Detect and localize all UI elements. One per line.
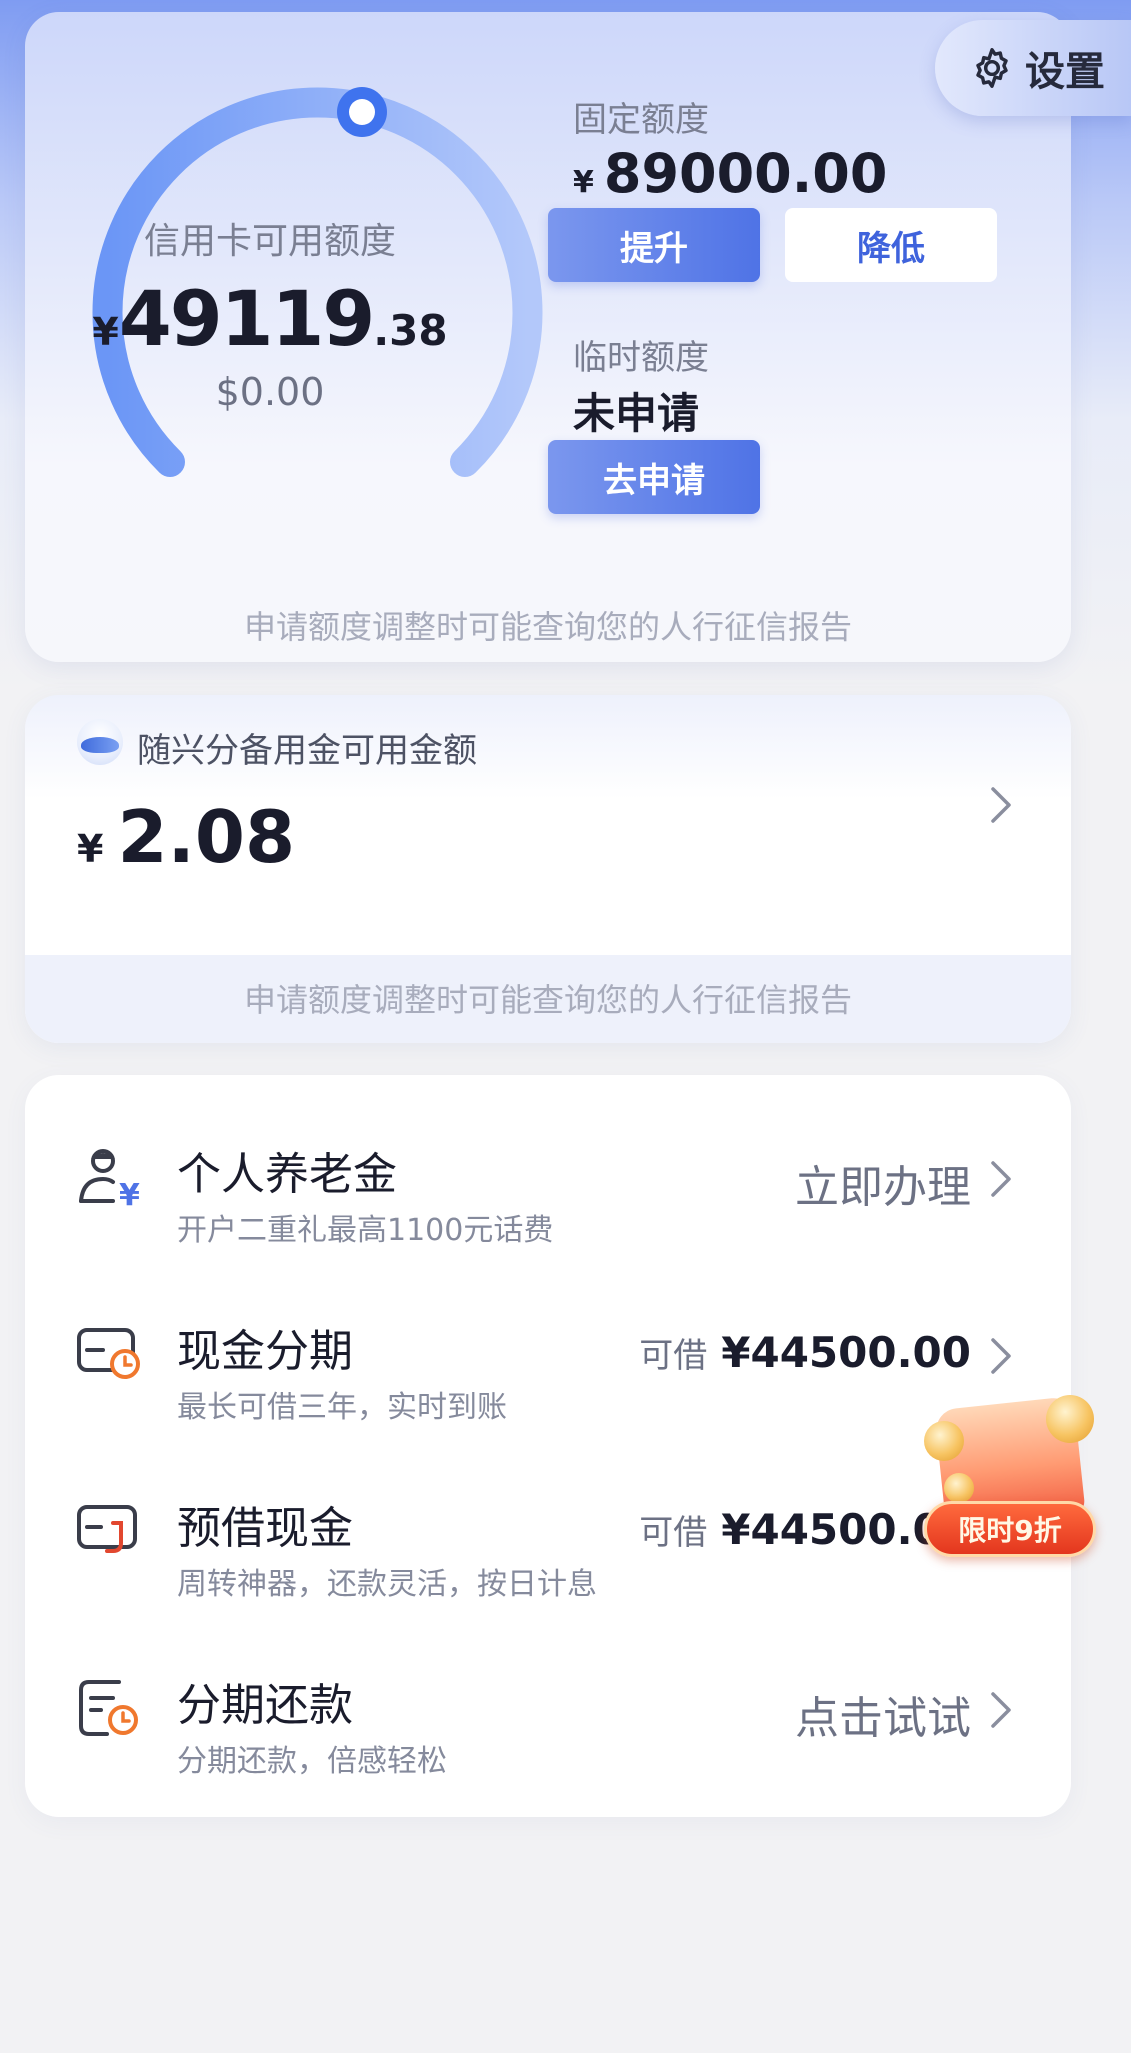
pension-icon: ¥ — [79, 1149, 140, 1211]
service-subtitle: 最长可借三年，实时到账 — [177, 1390, 507, 1425]
settings-label: 设置 — [1025, 49, 1105, 95]
borrow-amount: ¥44500.00 — [721, 1328, 971, 1377]
borrow-prefix: 可借 — [639, 1513, 708, 1553]
installment-funds-card[interactable]: 随兴分备用金可用金额 ¥2.08 申请额度调整时可能查询您的人行征信报告 — [25, 695, 1071, 1043]
chevron-right-icon — [991, 1161, 1011, 1197]
raise-limit-button[interactable]: 提升 — [548, 208, 760, 282]
installment-funds-amount: ¥2.08 — [77, 795, 296, 879]
promo-label: 限时9折 — [924, 1501, 1096, 1557]
service-action: 立即办理 — [795, 1162, 971, 1213]
credit-report-note: 申请额度调整时可能查询您的人行征信报告 — [25, 955, 1071, 1043]
credit-report-note: 申请额度调整时可能查询您的人行征信报告 — [243, 608, 852, 646]
chevron-right-icon — [991, 787, 1011, 823]
svg-text:¥: ¥ — [119, 1178, 140, 1211]
installment-logo-icon — [77, 719, 123, 765]
gear-icon — [976, 48, 1008, 88]
fixed-limit-label: 固定额度 — [573, 100, 709, 140]
list-item-installment-repay[interactable]: 分期还款 分期还款，倍感轻松 点击试试 — [25, 1624, 1071, 1794]
list-item-advance-cash[interactable]: 预借现金 周转神器，还款灵活，按日计息 可借 ¥44500.00 — [25, 1447, 1071, 1617]
apply-temp-limit-button[interactable]: 去申请 — [548, 440, 760, 514]
settings-button[interactable]: 设置 — [935, 20, 1131, 116]
advance-cash-icon — [77, 1505, 137, 1553]
lower-limit-button[interactable]: 降低 — [785, 208, 997, 282]
installment-funds-title: 随兴分备用金可用金额 — [137, 731, 477, 771]
service-subtitle: 开户二重礼最高1100元话费 — [177, 1213, 554, 1248]
service-title: 预借现金 — [177, 1503, 353, 1554]
service-title: 个人养老金 — [177, 1149, 397, 1200]
coin-icon — [944, 1473, 974, 1503]
chevron-right-icon — [991, 1692, 1011, 1728]
service-action: 点击试试 — [795, 1693, 971, 1744]
fixed-limit-amount: ¥89000.00 — [573, 142, 888, 205]
gauge-title: 信用卡可用额度 — [143, 221, 396, 262]
service-title: 分期还款 — [177, 1680, 353, 1731]
coin-icon — [924, 1421, 964, 1461]
borrow-prefix: 可借 — [639, 1336, 708, 1376]
temp-limit-label: 临时额度 — [573, 338, 709, 378]
coin-icon — [1046, 1395, 1094, 1443]
services-list: ¥ 个人养老金 开户二重礼最高1100元话费 立即办理 现金分期 最长可借三年，… — [25, 1075, 1071, 1817]
service-title: 现金分期 — [177, 1326, 353, 1377]
list-item-pension[interactable]: ¥ 个人养老金 开户二重礼最高1100元话费 立即办理 — [25, 1093, 1071, 1263]
list-item-cash-installment[interactable]: 现金分期 最长可借三年，实时到账 可借 ¥44500.00 — [25, 1270, 1071, 1440]
credit-limit-card: 信用卡可用额度 ¥49119.38 $0.00 固定额度 ¥89000.00 提… — [25, 12, 1071, 662]
available-credit-amount: ¥49119.38 — [92, 274, 448, 363]
usd-amount: $0.00 — [215, 370, 325, 414]
temp-limit-status: 未申请 — [573, 389, 700, 438]
discount-promo-badge[interactable]: 限时9折 — [922, 1393, 1100, 1571]
service-subtitle: 分期还款，倍感轻松 — [177, 1744, 447, 1779]
cash-installment-icon — [77, 1328, 140, 1379]
service-subtitle: 周转神器，还款灵活，按日计息 — [177, 1567, 597, 1602]
installment-repay-icon — [79, 1680, 138, 1736]
chevron-right-icon — [991, 1338, 1011, 1374]
